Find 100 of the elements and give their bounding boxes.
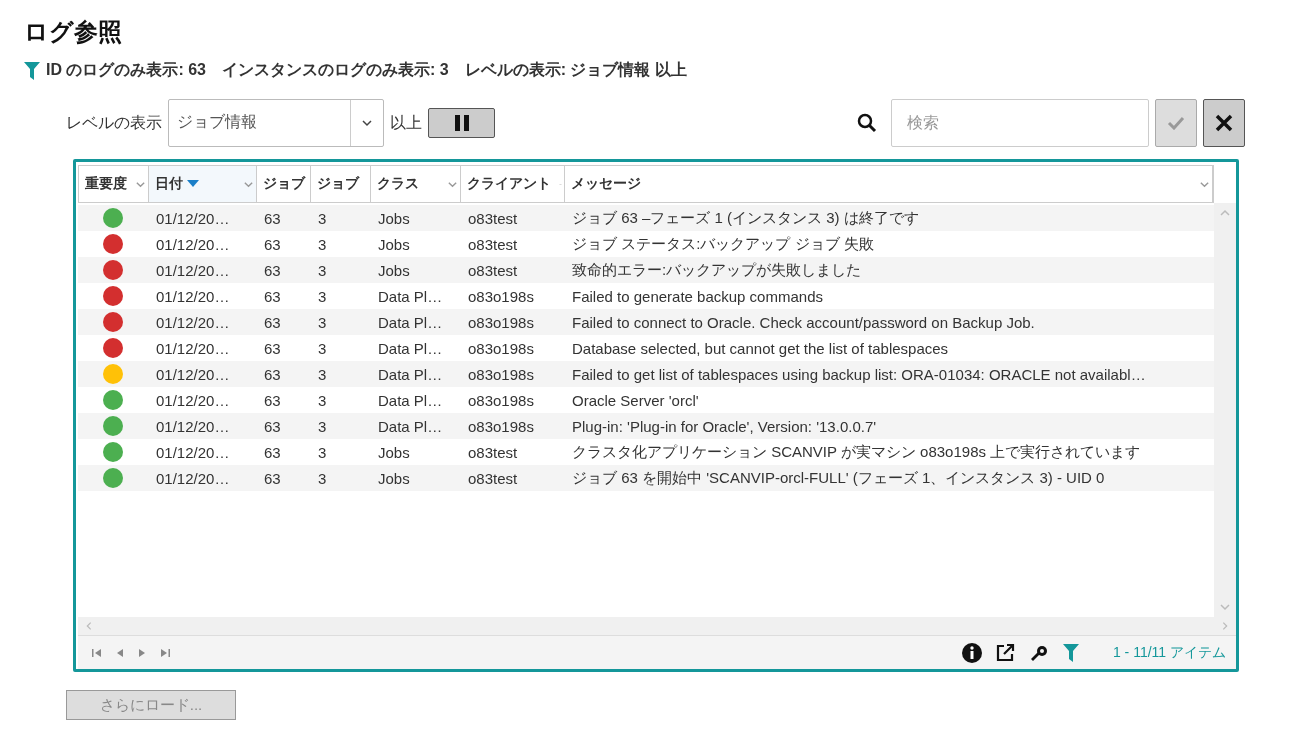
clear-button[interactable] (1203, 99, 1245, 147)
job-cell-text: 63 (263, 261, 282, 279)
instance-cell-text: 3 (317, 261, 328, 279)
instance-cell-text: 3 (317, 391, 328, 409)
class-cell-text: Data Pl… (377, 365, 444, 383)
date-cell-text: 01/12/20… (155, 313, 231, 331)
search-icon (857, 113, 877, 133)
first-page-icon[interactable] (92, 647, 102, 658)
client-cell-text: o83o198s (467, 365, 535, 383)
level-select[interactable]: ジョブ情報 (168, 99, 384, 147)
sort-descending-icon (187, 180, 199, 188)
job-cell-text: 63 (263, 417, 282, 435)
filter-summary: ID のログのみ表示: 63 インスタンスのログのみ表示: 3 レベルの表示: ジョブ情報 以上 (46, 60, 687, 80)
job-cell-text: 63 (263, 365, 282, 383)
date-cell-text: 01/12/20… (155, 391, 231, 409)
job-cell-text: 63 (263, 391, 282, 409)
log-row[interactable]: 01/12/20… 63 3 Data Pl… o83o198s Failed to connect to Oracle. Check account/password on Backup Job. (78, 309, 1214, 335)
log-row[interactable]: 01/12/20… 63 3 Jobs o83test ジョブ 63 –フェーズ 1 (インスタンス 3) は終了です (78, 205, 1214, 231)
next-page-icon[interactable] (138, 647, 146, 658)
chevron-left-icon[interactable] (84, 621, 94, 631)
info-icon[interactable] (961, 642, 982, 663)
job-cell-text: 63 (263, 443, 282, 461)
level-suffix: 以上 (390, 112, 422, 133)
last-page-icon[interactable] (160, 647, 170, 658)
filter-icon (24, 61, 40, 80)
date-cell-text: 01/12/20… (155, 469, 231, 487)
message-cell-text: 致命的エラー:バックアップが失敗しました (571, 260, 863, 280)
item-count: 1 - 11/11 アイテム (1112, 643, 1226, 662)
instance-cell-text: 3 (317, 209, 328, 227)
class-cell-text: Jobs (377, 261, 411, 279)
message-cell-text: Failed to connect to Oracle. Check account/password on Backup Job. (571, 313, 1036, 331)
client-cell-text: o83o198s (467, 287, 535, 305)
job-cell-text: 63 (263, 209, 282, 227)
external-link-icon[interactable] (995, 643, 1015, 662)
client-cell-text: o83o198s (467, 391, 535, 409)
class-cell-text: Jobs (377, 469, 411, 487)
column-header[interactable]: ジョブ (263, 175, 305, 193)
message-cell-text: Plug-in: 'Plug-in for Oracle', Version: '13.0.0.7' (571, 417, 878, 435)
job-cell-text: 63 (263, 339, 282, 357)
date-cell-text: 01/12/20… (155, 261, 231, 279)
date-cell-text: 01/12/20… (155, 209, 231, 227)
message-cell-text: Database selected, but cannot get the list of tablespaces (571, 339, 950, 357)
class-cell-text: Jobs (377, 235, 411, 253)
search-field[interactable]: 検索 (891, 99, 1149, 147)
client-cell-text: o83test (467, 209, 519, 227)
column-header[interactable]: クライアント (467, 175, 551, 193)
log-row[interactable]: 01/12/20… 63 3 Jobs o83test 致命的エラー:バックアップが失敗しました (78, 257, 1214, 283)
date-cell-text: 01/12/20… (155, 417, 231, 435)
message-cell-text: Oracle Server 'orcl' (571, 391, 700, 409)
message-cell-text: Failed to get list of tablespaces using backup list: ORA-01034: ORACLE not availabl… (571, 365, 1147, 383)
job-cell-text: 63 (263, 313, 282, 331)
column-header[interactable]: 重要度 (85, 175, 127, 193)
client-cell-text: o83test (467, 443, 519, 461)
previous-page-icon[interactable] (116, 647, 124, 658)
chevron-right-icon[interactable] (1220, 621, 1230, 631)
client-cell-text: o83test (467, 235, 519, 253)
log-row[interactable]: 01/12/20… 63 3 Data Pl… o83o198s Failed to get list of tablespaces using backup list: ORA-01034: ORACLE not availabl… (78, 361, 1214, 387)
log-row[interactable]: 01/12/20… 63 3 Data Pl… o83o198s Plug-in: 'Plug-in for Oracle', Version: '13.0.0.7' (78, 413, 1214, 439)
instance-cell-text: 3 (317, 313, 328, 331)
instance-cell-text: 3 (317, 235, 328, 253)
client-cell-text: o83test (467, 469, 519, 487)
date-cell-text: 01/12/20… (155, 287, 231, 305)
instance-cell-text: 3 (317, 339, 328, 357)
message-cell-text: ジョブ 63 を開始中 'SCANVIP-orcl-FULL' (フェーズ 1、インスタンス 3) - UID 0 (571, 468, 1106, 488)
column-header[interactable]: メッセージ (571, 175, 641, 193)
column-header[interactable]: 日付 (155, 175, 183, 193)
message-cell-text: ジョブ 63 –フェーズ 1 (インスタンス 3) は終了です (571, 208, 920, 228)
horizontal-scrollbar[interactable] (78, 617, 1236, 635)
date-cell-text: 01/12/20… (155, 443, 231, 461)
client-cell-text: o83test (467, 261, 519, 279)
class-cell-text: Data Pl… (377, 287, 444, 305)
client-cell-text: o83o198s (467, 417, 535, 435)
instance-cell-text: 3 (317, 443, 328, 461)
instance-cell-text: 3 (317, 417, 328, 435)
class-cell-text: Data Pl… (377, 391, 444, 409)
pause-button[interactable] (428, 108, 495, 138)
instance-cell-text: 3 (317, 469, 328, 487)
job-cell-text: 63 (263, 287, 282, 305)
date-cell-text: 01/12/20… (155, 235, 231, 253)
close-icon (1215, 114, 1233, 132)
column-header[interactable]: ジョブ (317, 175, 359, 193)
class-cell-text: Jobs (377, 443, 411, 461)
client-cell-text: o83o198s (467, 339, 535, 357)
message-cell-text: Failed to generate backup commands (571, 287, 824, 305)
client-cell-text: o83o198s (467, 313, 535, 331)
page-title: ログ参照 (24, 17, 123, 47)
class-cell-text: Jobs (377, 209, 411, 227)
date-cell-text: 01/12/20… (155, 365, 231, 383)
pause-icon (452, 115, 471, 131)
date-cell-text: 01/12/20… (155, 339, 231, 357)
job-cell-text: 63 (263, 235, 282, 253)
class-cell-text: Data Pl… (377, 417, 444, 435)
log-row[interactable]: 01/12/20… 63 3 Jobs o83test ジョブ 63 を開始中 'SCANVIP-orcl-FULL' (フェーズ 1、インスタンス 3) - UID 0 (78, 465, 1214, 491)
vertical-scrollbar[interactable] (1214, 203, 1236, 617)
class-cell-text: Data Pl… (377, 313, 444, 331)
message-cell-text: ジョブ ステータス:バックアップ ジョブ 失敗 (571, 234, 875, 254)
check-icon (1167, 116, 1185, 130)
column-header[interactable]: クラス (377, 175, 419, 193)
filter-icon[interactable] (1062, 643, 1079, 662)
level-label: レベルの表示 (66, 112, 162, 133)
